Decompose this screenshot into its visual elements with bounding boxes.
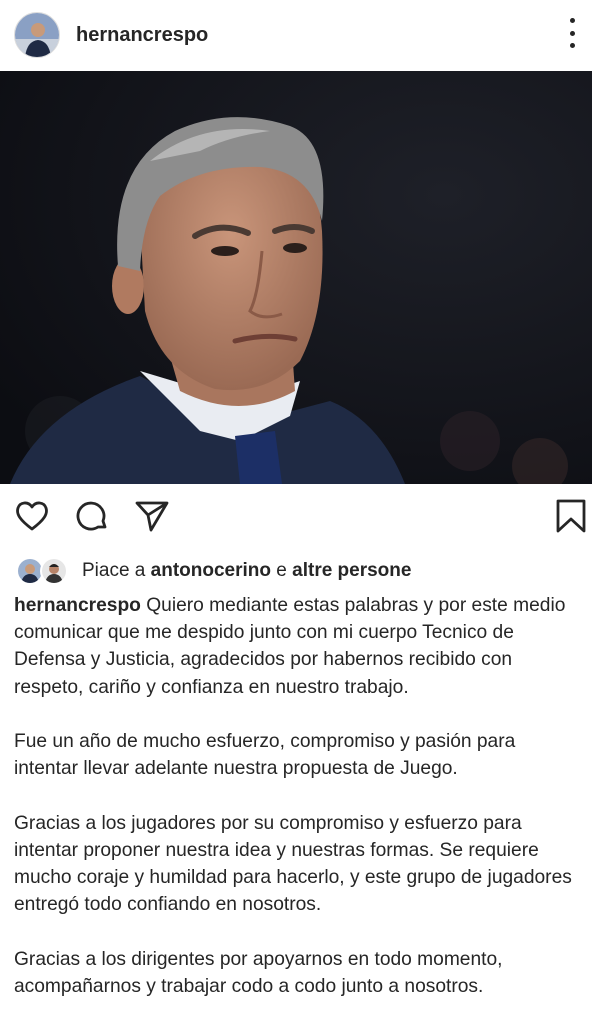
caption-paragraph: hernancrespo Quiero mediante estas palab… [14, 592, 582, 701]
likes-summary[interactable]: Piace a antonocerino e altre persone [16, 554, 411, 588]
post-caption: hernancrespo Quiero mediante estas palab… [14, 592, 582, 1027]
likes-text: Piace a antonocerino e altre persone [82, 560, 411, 582]
profile-avatar[interactable] [14, 12, 60, 58]
likes-joiner: e [276, 560, 287, 581]
comment-icon[interactable] [74, 498, 110, 539]
likes-prefix: Piace a [82, 560, 146, 581]
username-link[interactable]: hernancrespo [76, 24, 208, 47]
action-bar [0, 498, 592, 540]
bookmark-icon[interactable] [554, 498, 588, 539]
caption-paragraph: Fue un año de mucho esfuerzo, compromiso… [14, 731, 516, 780]
more-options-icon[interactable] [566, 18, 578, 48]
caption-paragraph: Gracias a los dirigentes por apoyarnos e… [14, 948, 503, 997]
liker-username[interactable]: antonocerino [151, 560, 271, 581]
caption-username[interactable]: hernancrespo [14, 595, 141, 616]
liker-avatar [40, 557, 68, 585]
caption-paragraph: Gracias a los jugadores por su compromis… [14, 812, 572, 916]
heart-icon[interactable] [14, 498, 50, 539]
post-header: hernancrespo [0, 0, 592, 70]
post-image[interactable] [0, 71, 592, 484]
others-link[interactable]: altre persone [292, 560, 411, 581]
paper-plane-icon[interactable] [134, 498, 170, 539]
